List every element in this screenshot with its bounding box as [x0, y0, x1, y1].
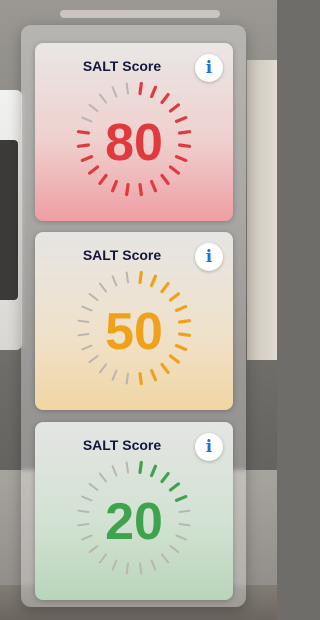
gauge-tick-inactive	[125, 461, 129, 474]
gauge-tick-active	[168, 103, 181, 113]
background-right-cabinet	[247, 60, 277, 360]
gauge-tick-active	[138, 81, 143, 95]
gauge-tick-inactive	[98, 363, 107, 374]
gauge-tick-active	[160, 92, 170, 105]
gauge-tick-inactive	[111, 275, 118, 287]
gauge-tick-inactive	[98, 553, 107, 564]
gauge-tick-active	[168, 292, 181, 302]
score-value: 20	[105, 493, 163, 551]
gauge-tick-active	[110, 179, 119, 193]
gauge-tick-inactive	[125, 562, 129, 575]
gauge-tick-active	[160, 362, 170, 375]
gauge-tick-inactive	[161, 553, 170, 564]
gauge-tick-inactive	[88, 103, 99, 112]
info-icon[interactable]: i	[195, 243, 223, 271]
gauge-tick-inactive	[111, 465, 118, 477]
gauge-tick-active	[149, 464, 158, 478]
gauge-tick-inactive	[111, 559, 118, 571]
gauge-tick-active	[168, 482, 181, 492]
score-value: 50	[105, 303, 163, 361]
gauge-tick-inactive	[88, 292, 99, 301]
background-left-object	[0, 140, 18, 300]
gauge-tick-inactive	[98, 93, 107, 104]
gauge-tick-inactive	[88, 482, 99, 491]
score-value: 80	[105, 114, 163, 172]
gauge-tick-active	[138, 372, 143, 386]
gauge-tick-active	[138, 183, 143, 197]
gauge-tick-inactive	[150, 559, 157, 571]
gauge-tick-inactive	[125, 82, 129, 95]
gauge-tick-active	[149, 368, 158, 382]
gauge-tick-active	[149, 179, 158, 193]
gauge-tick-inactive	[111, 86, 118, 98]
score-panel: SALT Score i 80 SALT Score i 50 SALT Sco…	[21, 25, 246, 607]
gauge-tick-inactive	[125, 271, 129, 284]
gauge-tick-inactive	[139, 562, 143, 575]
gauge-tick-active	[149, 85, 158, 99]
gauge-tick-active	[138, 460, 143, 474]
gauge-tick-active	[98, 173, 108, 186]
salt-score-card[interactable]: SALT Score i 50	[35, 232, 233, 410]
background-light	[60, 10, 220, 18]
gauge-tick-active	[160, 281, 170, 294]
gauge-tick-active	[125, 183, 130, 197]
gauge-tick-active	[149, 274, 158, 288]
gauge-tick-inactive	[98, 472, 107, 483]
info-icon[interactable]: i	[195, 433, 223, 461]
gauge-tick-active	[160, 471, 170, 484]
gauge-tick-active	[138, 270, 143, 284]
salt-score-card[interactable]: SALT Score i 80	[35, 43, 233, 221]
gauge-tick-inactive	[98, 282, 107, 293]
salt-score-card[interactable]: SALT Score i 20	[35, 422, 233, 600]
gauge-tick-active	[160, 173, 170, 186]
gauge-tick-inactive	[111, 369, 118, 381]
info-icon[interactable]: i	[195, 54, 223, 82]
gauge-tick-inactive	[125, 372, 129, 385]
